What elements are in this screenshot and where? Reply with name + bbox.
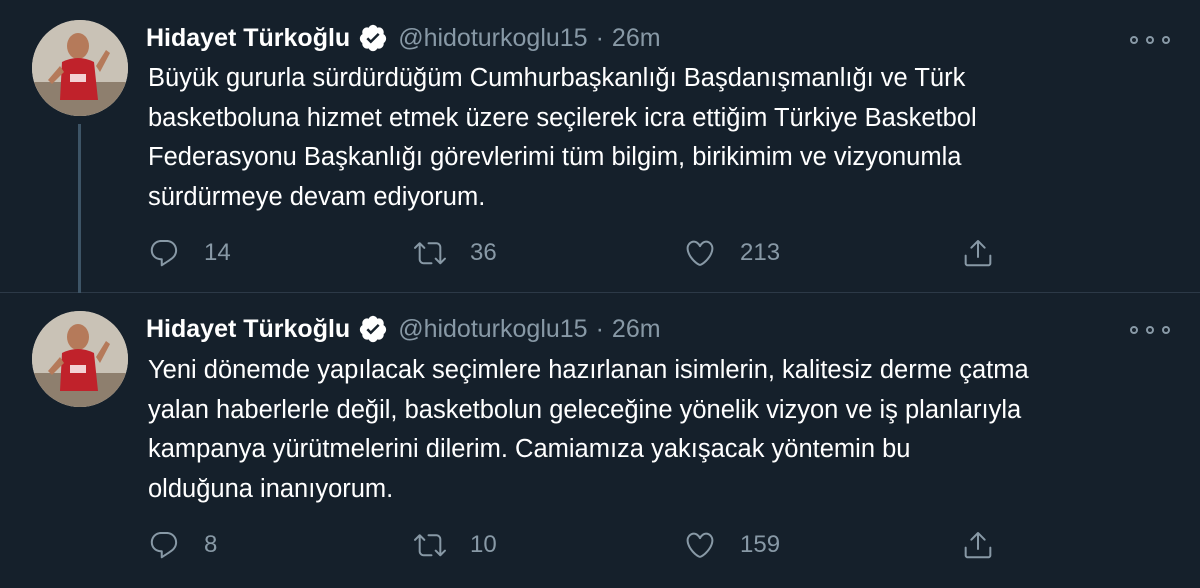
retweet-button[interactable]: 36 bbox=[414, 233, 497, 273]
separator-dot: · bbox=[595, 23, 604, 52]
tweet[interactable]: Hidayet Türkoğlu @hidoturkoglu15 · 26m Y… bbox=[0, 293, 1200, 588]
share-button[interactable] bbox=[962, 525, 994, 565]
reply-button[interactable]: 8 bbox=[148, 525, 217, 565]
tweet-text-line: yalan haberlerle değil, basketbolun gele… bbox=[148, 395, 1022, 424]
heart-icon bbox=[686, 240, 714, 266]
tweet-text-line: Federasyonu Başkanlığı görevlerimi tüm b… bbox=[148, 143, 962, 171]
reply-count: 8 bbox=[204, 531, 218, 558]
share-arrow-up-icon bbox=[964, 532, 992, 559]
author-name[interactable]: Hidayet Türkoğlu bbox=[146, 24, 350, 53]
tweet-text-line: Yeni dönemde yapılacak seçimlere hazırla… bbox=[148, 356, 1029, 384]
avatar-image bbox=[32, 311, 128, 407]
retweet-count: 36 bbox=[470, 239, 497, 266]
tweet-actions: 14 36 213 bbox=[148, 233, 1008, 273]
tweet-text-line: kampanya yürütmelerini dilerim. Camiamız… bbox=[148, 435, 911, 463]
avatar[interactable] bbox=[32, 311, 128, 407]
avatar[interactable] bbox=[32, 20, 128, 116]
like-button[interactable]: 213 bbox=[684, 233, 780, 273]
tweet-text-line: basketboluna hizmet etmek üzere seçilere… bbox=[148, 103, 977, 132]
like-button[interactable]: 159 bbox=[684, 525, 780, 565]
like-count: 213 bbox=[740, 239, 781, 266]
verified-badge-icon bbox=[358, 314, 388, 344]
tweet[interactable]: Hidayet Türkoğlu @hidoturkoglu15 · 26m B… bbox=[0, 0, 1200, 299]
retweet-arrows-icon bbox=[414, 242, 446, 265]
tweet-text: Yeni dönemde yapılacak seçimlere hazırla… bbox=[148, 351, 1158, 509]
tweet-text-line: Büyük gururla sürdürdüğüm Cumhurbaşkanlı… bbox=[148, 64, 966, 92]
speech-bubble-icon bbox=[150, 531, 178, 559]
author-handle[interactable]: @hidoturkoglu15 bbox=[398, 24, 587, 53]
retweet-button[interactable]: 10 bbox=[414, 525, 497, 565]
share-arrow-up-icon bbox=[964, 240, 992, 267]
author-handle[interactable]: @hidoturkoglu15 bbox=[398, 315, 587, 344]
retweet-count: 10 bbox=[470, 531, 497, 558]
timestamp[interactable]: 26m bbox=[612, 24, 661, 53]
verified-badge-icon bbox=[358, 23, 388, 53]
author-name[interactable]: Hidayet Türkoğlu bbox=[146, 315, 350, 344]
tweet-text-line: sürdürmeye devam ediyorum. bbox=[148, 182, 486, 211]
tweet-header: Hidayet Türkoğlu @hidoturkoglu15 · 26m bbox=[146, 309, 661, 349]
share-button[interactable] bbox=[962, 233, 994, 273]
reply-count: 14 bbox=[204, 239, 231, 266]
heart-icon bbox=[686, 532, 714, 558]
speech-bubble-icon bbox=[150, 239, 178, 267]
more-dots-icon[interactable] bbox=[1130, 320, 1170, 340]
reply-button[interactable]: 14 bbox=[148, 233, 231, 273]
tweet-text-line: olduğuna inanıyorum. bbox=[148, 474, 394, 503]
tweet-actions: 8 10 159 bbox=[148, 525, 1008, 565]
thread-connector-line bbox=[78, 124, 81, 299]
retweet-arrows-icon bbox=[414, 534, 446, 557]
more-dots-icon[interactable] bbox=[1130, 30, 1170, 50]
timestamp[interactable]: 26m bbox=[612, 315, 661, 344]
tweet-text: Büyük gururla sürdürdüğüm Cumhurbaşkanlı… bbox=[148, 59, 1158, 217]
separator-dot: · bbox=[595, 314, 604, 343]
like-count: 159 bbox=[740, 531, 781, 558]
tweet-header: Hidayet Türkoğlu @hidoturkoglu15 · 26m bbox=[146, 18, 661, 58]
avatar-image bbox=[32, 20, 128, 116]
